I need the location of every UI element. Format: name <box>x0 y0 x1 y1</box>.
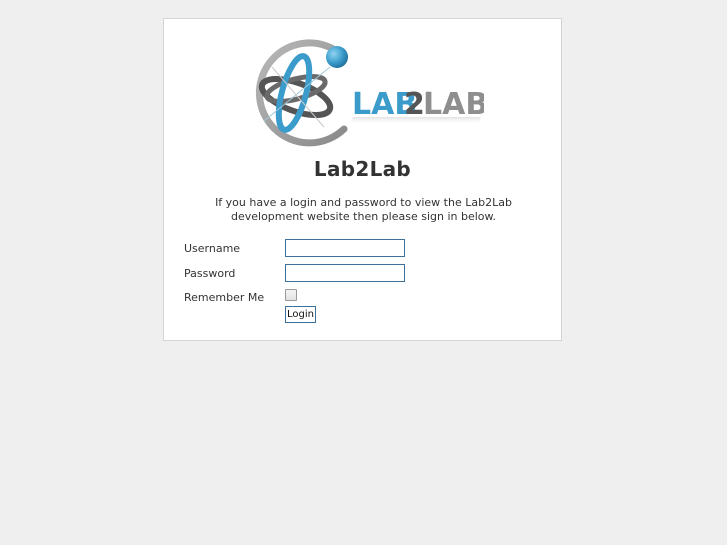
login-card: LAB 2 LAB Lab2Lab If you have a login an… <box>163 18 562 341</box>
login-button[interactable]: Login <box>285 306 316 323</box>
logo-text-2: 2 <box>404 87 425 122</box>
username-label: Username <box>184 242 241 255</box>
intro-text: If you have a login and password to view… <box>215 196 512 223</box>
page-title: Lab2Lab <box>313 157 412 181</box>
lab2lab-logo: LAB 2 LAB <box>255 39 484 147</box>
remember-me-label: Remember Me <box>184 291 265 304</box>
logo-text-lab-2: LAB <box>423 87 484 122</box>
password-input[interactable] <box>285 264 405 282</box>
password-label: Password <box>184 267 236 280</box>
username-input[interactable] <box>285 239 405 257</box>
remember-me-checkbox[interactable] <box>285 289 297 301</box>
